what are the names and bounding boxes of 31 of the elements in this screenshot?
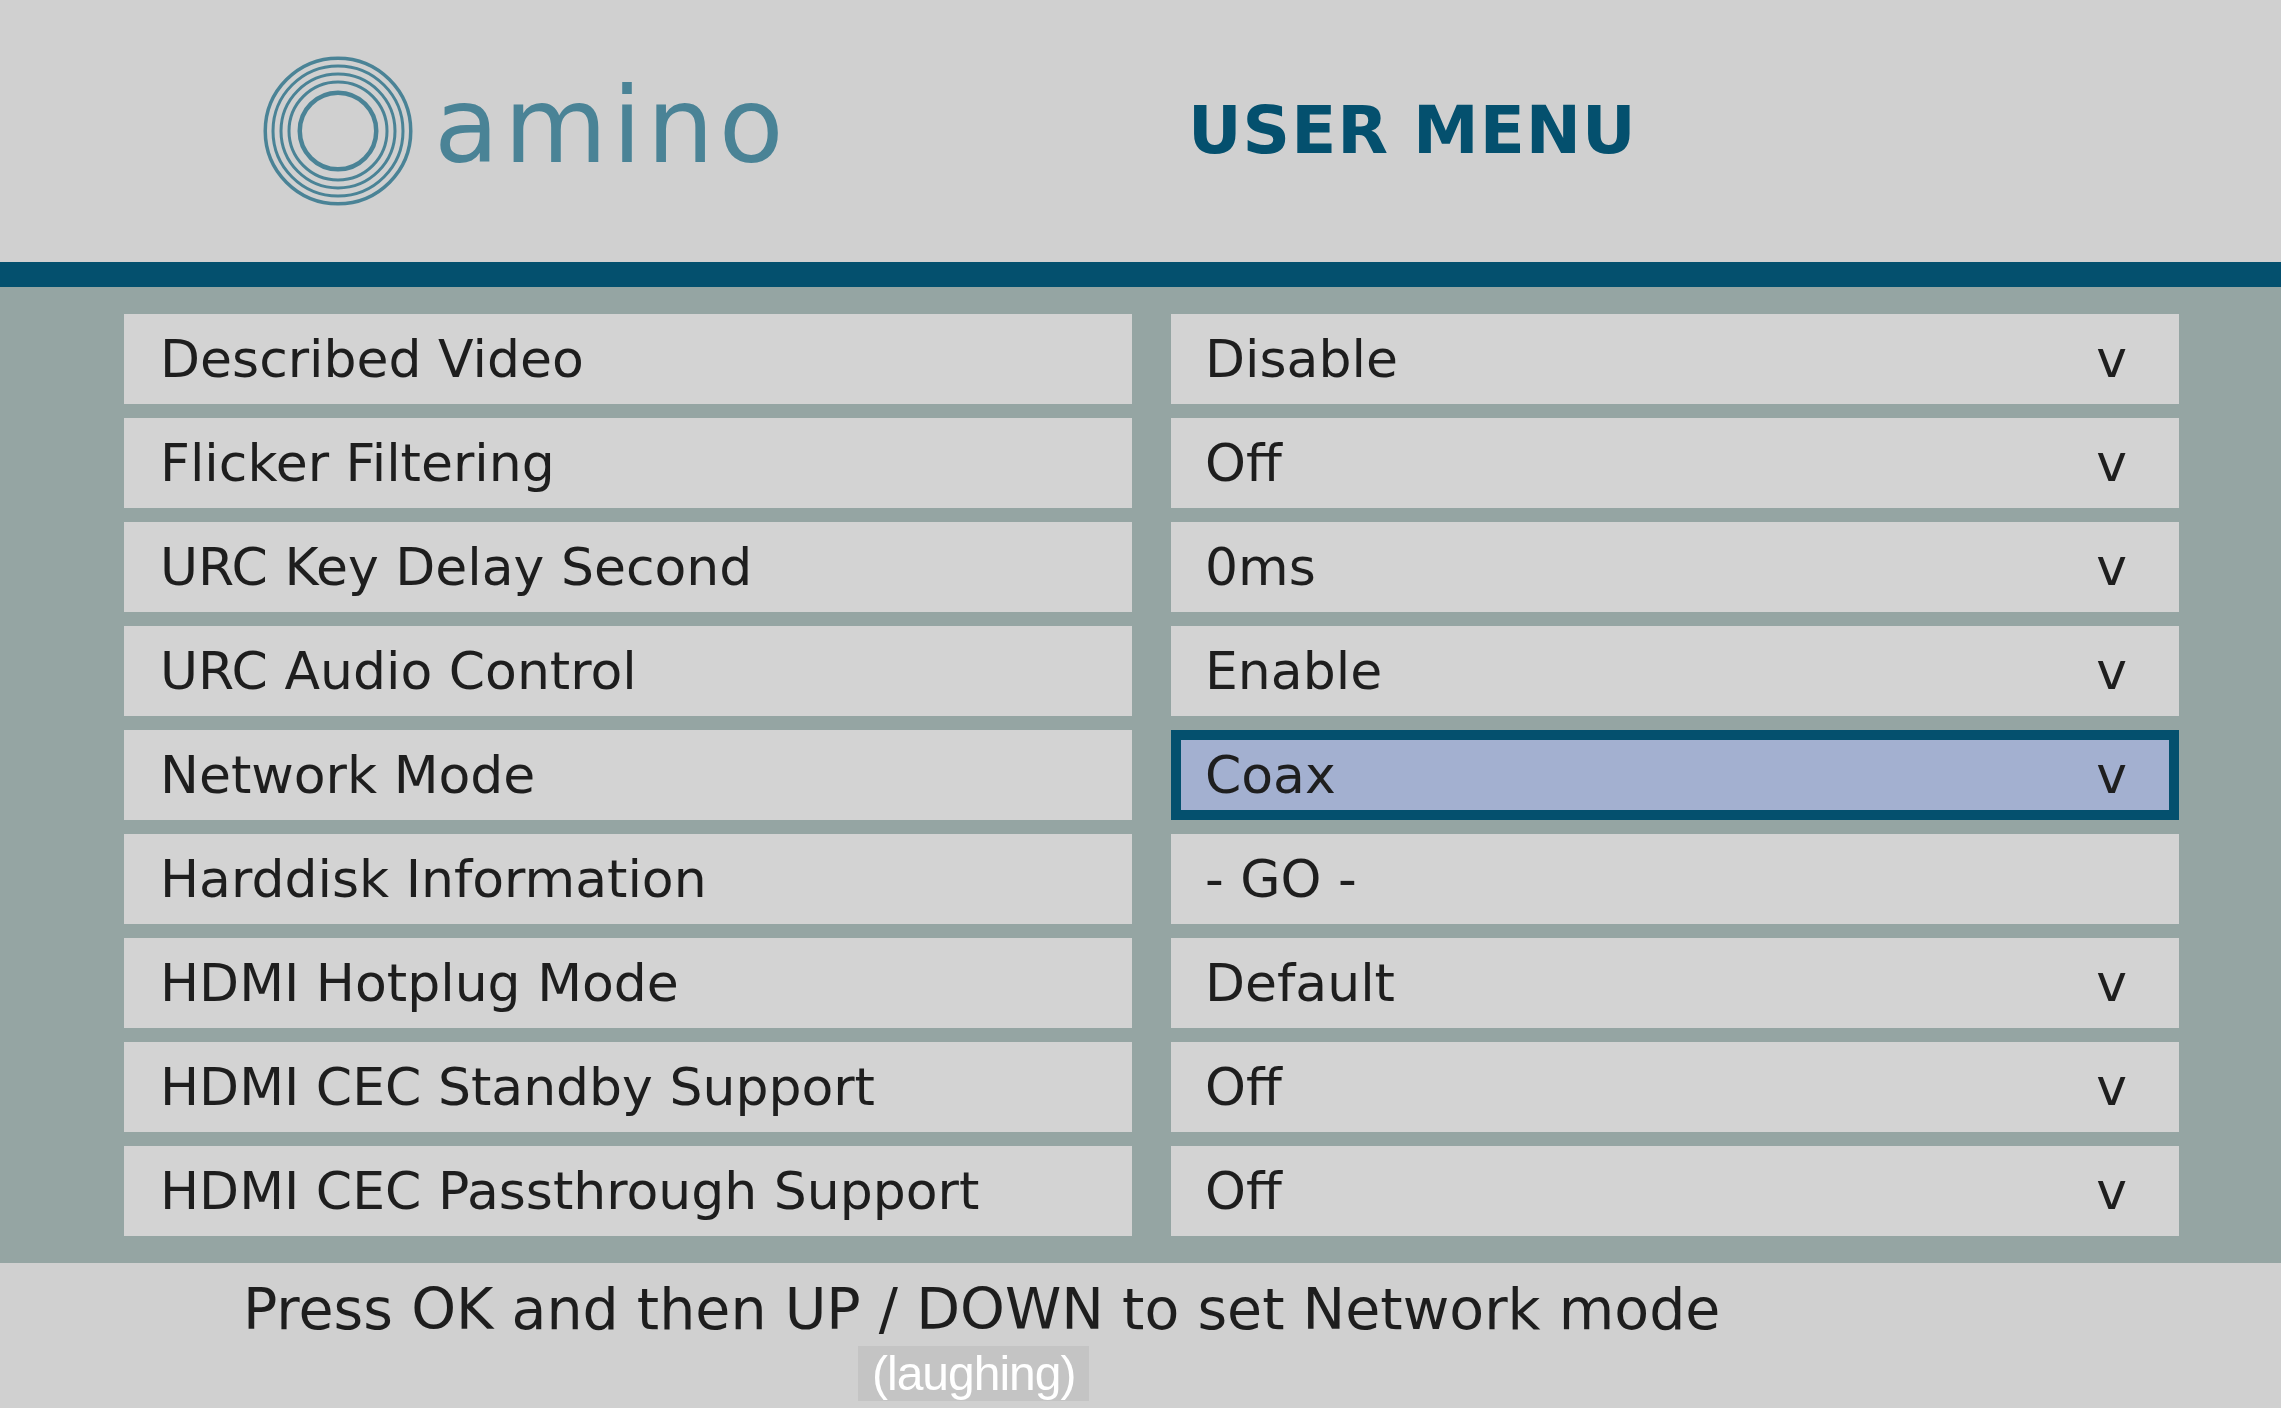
setting-label: Flicker Filtering — [124, 418, 1132, 508]
setting-label: Harddisk Information — [124, 834, 1132, 924]
setting-label: Described Video — [124, 314, 1132, 404]
caret-icon: v — [2096, 1055, 2127, 1119]
dropdown[interactable]: Off v — [1171, 418, 2179, 508]
hint-text: Press OK and then UP / DOWN to set Network mode — [243, 1275, 1721, 1344]
caret-icon: v — [2096, 1159, 2127, 1223]
concentric-rings-icon — [262, 55, 414, 207]
dropdown[interactable]: 0ms v — [1171, 522, 2179, 612]
menu-title: USER MENU — [1188, 94, 1637, 168]
dropdown[interactable]: Enable v — [1171, 626, 2179, 716]
dropdown[interactable]: Coax v — [1171, 730, 2179, 820]
dropdown[interactable]: Default v — [1171, 938, 2179, 1028]
dropdown[interactable]: Off v — [1171, 1042, 2179, 1132]
setting-label: Network Mode — [124, 730, 1132, 820]
caret-icon: v — [2096, 639, 2127, 703]
setting-label: HDMI CEC Standby Support — [124, 1042, 1132, 1132]
caret-icon: v — [2096, 951, 2127, 1015]
caret-icon: v — [2096, 327, 2127, 391]
setting-label: HDMI Hotplug Mode — [124, 938, 1132, 1028]
dropdown[interactable]: Off v — [1171, 1146, 2179, 1236]
setting-label: HDMI CEC Passthrough Support — [124, 1146, 1132, 1236]
setting-label: URC Audio Control — [124, 626, 1132, 716]
setting-label: URC Key Delay Second — [124, 522, 1132, 612]
caret-icon: v — [2096, 431, 2127, 495]
logo-text: amino — [434, 73, 789, 189]
caption-text: (laughing) — [858, 1346, 1090, 1402]
dropdown[interactable]: Disable v — [1171, 314, 2179, 404]
caret-icon: v — [2096, 743, 2127, 807]
go-button[interactable]: - GO - — [1171, 834, 2179, 924]
caret-icon: v — [2096, 535, 2127, 599]
